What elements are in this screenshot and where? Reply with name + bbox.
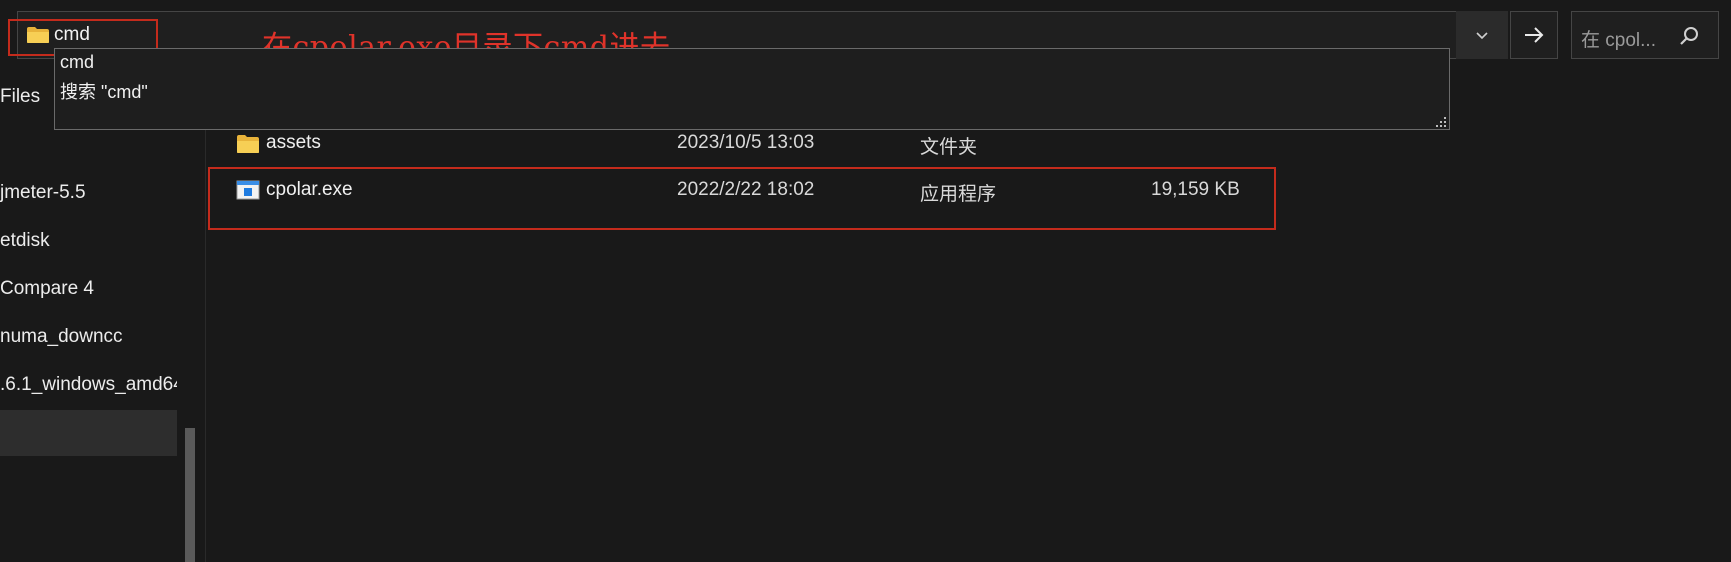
file-type: 文件夹 (920, 137, 978, 158)
file-date: 2023/10/5 13:03 (677, 132, 815, 153)
nav-item[interactable]: Files (0, 86, 40, 108)
file-date: 2022/2/22 18:02 (677, 179, 815, 200)
resize-grip-icon[interactable] (1434, 115, 1447, 128)
folder-icon (237, 135, 259, 153)
autocomplete-item[interactable]: 搜索 "cmd" (60, 78, 148, 104)
nav-item[interactable]: jmeter-5.5 (0, 182, 86, 204)
file-type: 应用程序 (920, 184, 997, 205)
file-name[interactable]: cpolar.exe (266, 179, 353, 201)
autocomplete-popup (54, 48, 1450, 130)
file-size: 19,159 KB (1151, 179, 1240, 200)
nav-item[interactable]: .6.1_windows_amd64 (0, 374, 177, 396)
file-name[interactable]: assets (266, 132, 321, 154)
autocomplete-item[interactable]: cmd (60, 52, 94, 73)
nav-selected-item[interactable] (0, 410, 177, 456)
pane-divider (205, 130, 206, 562)
nav-item[interactable]: numa_downcc (0, 326, 123, 348)
nav-item[interactable]: Compare 4 (0, 278, 94, 300)
search-placeholder: 在 cpol... (1581, 30, 1656, 51)
go-button[interactable] (1510, 11, 1558, 59)
application-icon (236, 180, 260, 200)
arrow-right-icon (1525, 27, 1544, 43)
nav-scrollbar[interactable] (185, 428, 195, 562)
chevron-down-icon (1476, 32, 1488, 40)
address-dropdown-button[interactable] (1456, 11, 1508, 59)
nav-item[interactable]: etdisk (0, 230, 50, 252)
search-icon[interactable] (1678, 25, 1700, 47)
